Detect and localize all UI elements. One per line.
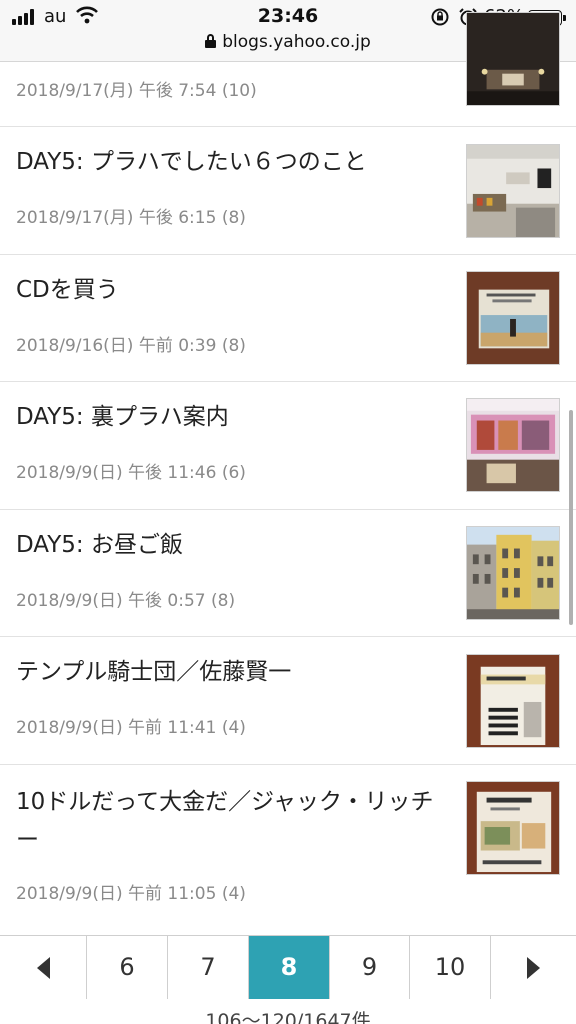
page-button-6[interactable]: 6 [87, 936, 168, 999]
article-title: DAY5: 裏プラハ案内 [16, 404, 229, 430]
book-cover-thumbnail [466, 654, 560, 748]
restaurant-interior-thumbnail [466, 12, 560, 106]
chevron-right-icon [527, 957, 540, 979]
list-item[interactable]: テンプル騎士団／佐藤賢一 2018/9/9(日) 午前 11:41 (4) [0, 637, 576, 765]
result-count: 106〜120/1647件 [205, 1010, 371, 1024]
article-title: 10ドルだって大金だ／ジャック・リッチー [16, 789, 434, 853]
article-title: テンプル騎士団／佐藤賢一 [16, 659, 292, 685]
rotation-lock-icon [431, 8, 449, 26]
building-facade-thumbnail [466, 526, 560, 620]
article-meta: 2018/9/16(日) 午前 0:39 (8) [16, 336, 246, 356]
article-meta: 2018/9/9(日) 午後 11:46 (6) [16, 463, 246, 483]
scrollbar[interactable] [569, 410, 573, 625]
list-item[interactable]: DAY5: プラハでしたい６つのこと 2018/9/17(月) 午後 6:15 … [0, 127, 576, 255]
cd-cover-thumbnail [466, 271, 560, 365]
article-meta: 2018/9/17(月) 午後 6:15 (8) [16, 208, 246, 228]
next-page-button[interactable] [491, 936, 576, 999]
lock-icon [205, 34, 217, 48]
shop-interior-thumbnail [466, 398, 560, 492]
list-item[interactable]: 2018/9/17(月) 午後 7:54 (10) [0, 12, 576, 127]
prev-page-button[interactable] [0, 936, 87, 999]
page-button-8[interactable]: 8 [249, 936, 330, 999]
page-button-9[interactable]: 9 [330, 936, 410, 999]
cafe-counter-thumbnail [466, 144, 560, 238]
page-button-7[interactable]: 7 [168, 936, 249, 999]
pagination: 6 7 8 9 10 [0, 935, 576, 999]
article-meta: 2018/9/9(日) 午前 11:41 (4) [16, 718, 246, 738]
page-button-10[interactable]: 10 [410, 936, 491, 999]
list-item[interactable]: DAY5: 裏プラハ案内 2018/9/9(日) 午後 11:46 (6) [0, 382, 576, 510]
url-text: blogs.yahoo.co.jp [222, 32, 371, 52]
article-meta: 2018/9/9(日) 午前 11:05 (4) [16, 884, 246, 904]
article-meta: 2018/9/9(日) 午後 0:57 (8) [16, 591, 236, 611]
article-meta: 2018/9/17(月) 午後 7:54 (10) [16, 81, 257, 101]
article-title: DAY5: プラハでしたい６つのこと [16, 149, 367, 175]
article-title: DAY5: お昼ご飯 [16, 532, 183, 558]
list-item[interactable]: CDを買う 2018/9/16(日) 午前 0:39 (8) [0, 255, 576, 382]
list-item[interactable]: 10ドルだって大金だ／ジャック・リッチー 2018/9/9(日) 午前 11:0… [0, 765, 576, 935]
book-cover-thumbnail [466, 781, 560, 875]
list-item[interactable]: DAY5: お昼ご飯 2018/9/9(日) 午後 0:57 (8) [0, 510, 576, 637]
chevron-left-icon [36, 957, 50, 979]
article-title: CDを買う [16, 277, 119, 303]
